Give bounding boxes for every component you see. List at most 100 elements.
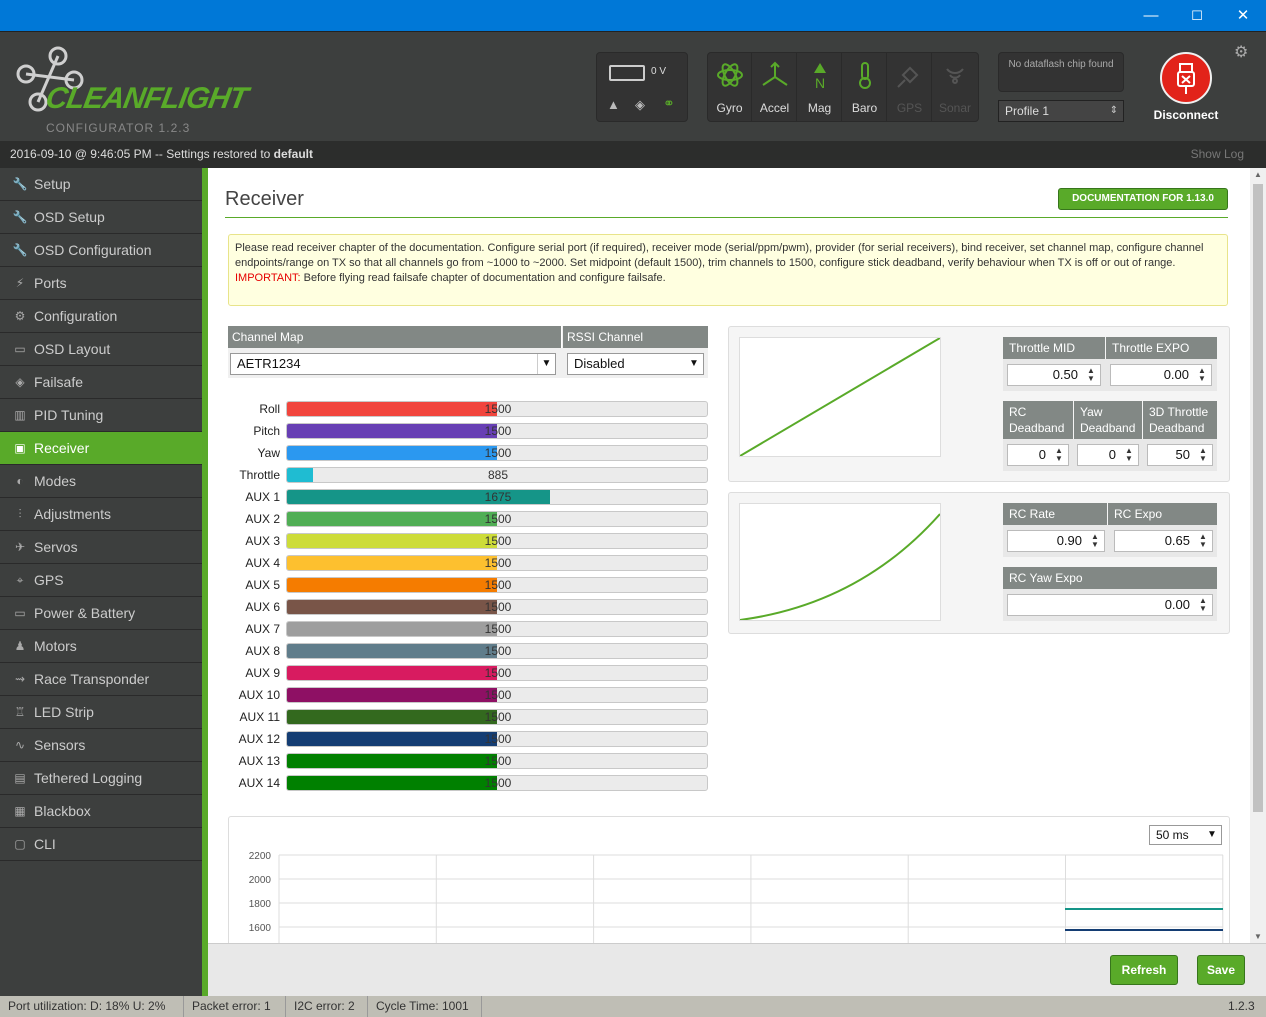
scroll-down-icon[interactable]: ▼ bbox=[1254, 932, 1262, 941]
sidebar-item-led-strip[interactable]: ♖ LED Strip bbox=[0, 696, 202, 729]
sidebar-item-label: Servos bbox=[34, 539, 78, 555]
spinner-icon[interactable]: ▲ ▼ bbox=[1196, 447, 1210, 463]
sidebar-item-blackbox[interactable]: ▦ Blackbox bbox=[0, 795, 202, 828]
parachute-icon: ◈ bbox=[15, 375, 25, 389]
yaw-deadband-input[interactable]: 0 ▲ ▼ bbox=[1077, 444, 1139, 466]
sensors-icon: ∿ bbox=[14, 738, 26, 752]
channel-value: 1500 bbox=[484, 754, 512, 768]
important-label: IMPORTANT: bbox=[235, 272, 301, 284]
sidebar-item-servos[interactable]: ✈ Servos bbox=[0, 531, 202, 564]
spinner-icon[interactable]: ▲ ▼ bbox=[1052, 447, 1066, 463]
channel-value: 1500 bbox=[484, 688, 512, 702]
sidebar-item-power-battery[interactable]: ▭ Power & Battery bbox=[0, 597, 202, 630]
rc-yaw-expo-input[interactable]: 0.00 ▲ ▼ bbox=[1007, 594, 1213, 616]
sidebar-item-sensors[interactable]: ∿ Sensors bbox=[0, 729, 202, 762]
sidebar-item-race-transponder[interactable]: ⇝ Race Transponder bbox=[0, 663, 202, 696]
documentation-button[interactable]: DOCUMENTATION FOR 1.13.0 bbox=[1058, 188, 1228, 210]
sensor-gyro-label: Gyro bbox=[716, 101, 743, 115]
throttle-mid-input[interactable]: 0.50 ▲ ▼ bbox=[1007, 364, 1101, 386]
sidebar-item-modes[interactable]: ◐ Modes bbox=[0, 465, 202, 498]
channel-label: AUX 7 bbox=[245, 622, 280, 636]
graph-plot: 2200 2000 1800 1600 bbox=[249, 851, 1224, 943]
app-version: 1.2.3 bbox=[1228, 999, 1255, 1013]
satellite-icon: ⌖ bbox=[16, 573, 24, 587]
sidebar-item-receiver[interactable]: ▣ Receiver bbox=[0, 432, 202, 465]
rssi-channel-select[interactable]: Disabled ▼ bbox=[567, 353, 704, 375]
3d-deadband-input[interactable]: 50 ▲ ▼ bbox=[1147, 444, 1213, 466]
scroll-up-icon[interactable]: ▲ bbox=[1254, 170, 1262, 179]
refresh-button[interactable]: Refresh bbox=[1110, 955, 1178, 985]
sidebar-item-pid-tuning[interactable]: ▥ PID Tuning bbox=[0, 399, 202, 432]
sidebar-item-label: Sensors bbox=[34, 737, 86, 753]
vertical-scrollbar[interactable]: ▲ ▼ bbox=[1250, 168, 1266, 943]
sidebar-item-cli[interactable]: ▢ CLI bbox=[0, 828, 202, 861]
save-button[interactable]: Save bbox=[1197, 955, 1245, 985]
status-message: 2016-09-10 @ 9:46:05 PM -- Settings rest… bbox=[10, 147, 274, 161]
channel-value: 1500 bbox=[484, 666, 512, 680]
scrollbar-thumb[interactable] bbox=[1253, 184, 1263, 812]
select-arrows-icon: ⇕ bbox=[1109, 105, 1119, 116]
wrench-icon: 🔧 bbox=[12, 177, 28, 191]
channel-meter: 1500 bbox=[286, 533, 708, 549]
battery-voltage: 0 V bbox=[651, 66, 667, 77]
disconnect-button[interactable]: Disconnect bbox=[1150, 52, 1222, 132]
rc-expo-input[interactable]: 0.65 ▲ ▼ bbox=[1114, 530, 1213, 552]
rssi-channel-value: Disabled bbox=[574, 356, 625, 371]
throttle-expo-input[interactable]: 0.00 ▲ ▼ bbox=[1110, 364, 1212, 386]
sidebar-item-label: PID Tuning bbox=[34, 407, 104, 423]
sidebar-item-gps[interactable]: ⌖ GPS bbox=[0, 564, 202, 597]
channel-map-input[interactable]: AETR1234 ▼ bbox=[230, 353, 556, 375]
sidebar-item-ports[interactable]: ⚡ Ports bbox=[0, 267, 202, 300]
footer-status-bar: Port utilization: D: 18% U: 2% Packet er… bbox=[0, 996, 1266, 1017]
show-log-link[interactable]: Show Log bbox=[1191, 141, 1244, 168]
spinner-icon[interactable]: ▲ ▼ bbox=[1196, 597, 1210, 613]
accel-icon bbox=[762, 61, 788, 86]
channel-meter: 1500 bbox=[286, 775, 708, 791]
failsafe-icon: ◈ bbox=[635, 97, 645, 112]
settings-gear-icon[interactable]: ⚙ bbox=[1234, 42, 1248, 62]
thermometer-icon bbox=[859, 62, 871, 89]
rate-panel: RC Rate RC Expo 0.90 ▲ ▼ 0.65 ▲ ▼ RC Yaw Exp… bbox=[728, 492, 1230, 634]
profile-select[interactable]: Profile 1 ⇕ bbox=[998, 100, 1124, 122]
channel-value: 1500 bbox=[484, 644, 512, 658]
sidebar-item-adjustments[interactable]: ⫶ Adjustments bbox=[0, 498, 202, 531]
channel-meter: 1500 bbox=[286, 599, 708, 615]
rc-rate-header: RC Rate bbox=[1003, 503, 1107, 525]
spinner-icon[interactable]: ▲ ▼ bbox=[1195, 367, 1209, 383]
sidebar-item-osd-configuration[interactable]: 🔧 OSD Configuration bbox=[0, 234, 202, 267]
rc-deadband-input[interactable]: 0 ▲ ▼ bbox=[1007, 444, 1069, 466]
sidebar-item-setup[interactable]: 🔧 Setup bbox=[0, 168, 202, 201]
sidebar-item-osd-setup[interactable]: 🔧 OSD Setup bbox=[0, 201, 202, 234]
sidebar-item-osd-layout[interactable]: ▭ OSD Layout bbox=[0, 333, 202, 366]
rc-rate-input[interactable]: 0.90 ▲ ▼ bbox=[1007, 530, 1105, 552]
maximize-button[interactable]: ☐ bbox=[1174, 0, 1220, 31]
spinner-icon[interactable]: ▲ ▼ bbox=[1088, 533, 1102, 549]
sidebar-item-failsafe[interactable]: ◈ Failsafe bbox=[0, 366, 202, 399]
sidebar-item-label: Motors bbox=[34, 638, 77, 654]
spinner-icon[interactable]: ▲ ▼ bbox=[1196, 533, 1210, 549]
header: CLEANFLIGHT CONFIGURATOR 1.2.3 0 V ▲ ◈ ⚭… bbox=[0, 31, 1266, 141]
channel-value: 1500 bbox=[484, 776, 512, 790]
logging-icon: ▤ bbox=[14, 771, 26, 785]
channel-map-panel: Channel Map RSSI Channel AETR1234 ▼ Disa… bbox=[228, 326, 708, 378]
receiver-graph: 50 ms ▼ 2200 2000 1800 1600 bbox=[228, 816, 1230, 943]
motor-icon: ♟ bbox=[14, 639, 26, 653]
minimize-button[interactable]: — bbox=[1128, 0, 1174, 31]
compass-icon: N bbox=[814, 63, 826, 89]
sensor-baro: Baro bbox=[843, 53, 887, 121]
sidebar-item-tethered-logging[interactable]: ▤ Tethered Logging bbox=[0, 762, 202, 795]
sensor-mag: N Mag bbox=[798, 53, 842, 121]
sensor-gps: GPS bbox=[888, 53, 932, 121]
sidebar-item-motors[interactable]: ♟ Motors bbox=[0, 630, 202, 663]
close-button[interactable]: ✕ bbox=[1220, 0, 1266, 31]
spinner-icon[interactable]: ▲ ▼ bbox=[1122, 447, 1136, 463]
channel-meter: 885 bbox=[286, 467, 708, 483]
spinner-icon[interactable]: ▲ ▼ bbox=[1084, 367, 1098, 383]
sidebar-item-configuration[interactable]: ⚙ Configuration bbox=[0, 300, 202, 333]
sidebar-item-label: GPS bbox=[34, 572, 64, 588]
sidebar-item-label: Setup bbox=[34, 176, 71, 192]
throttle-mid-value: 0.50 bbox=[1052, 367, 1078, 382]
channel-label: Roll bbox=[259, 402, 280, 416]
throttle-curve bbox=[739, 337, 941, 457]
sensor-gyro: Gyro bbox=[708, 53, 752, 121]
